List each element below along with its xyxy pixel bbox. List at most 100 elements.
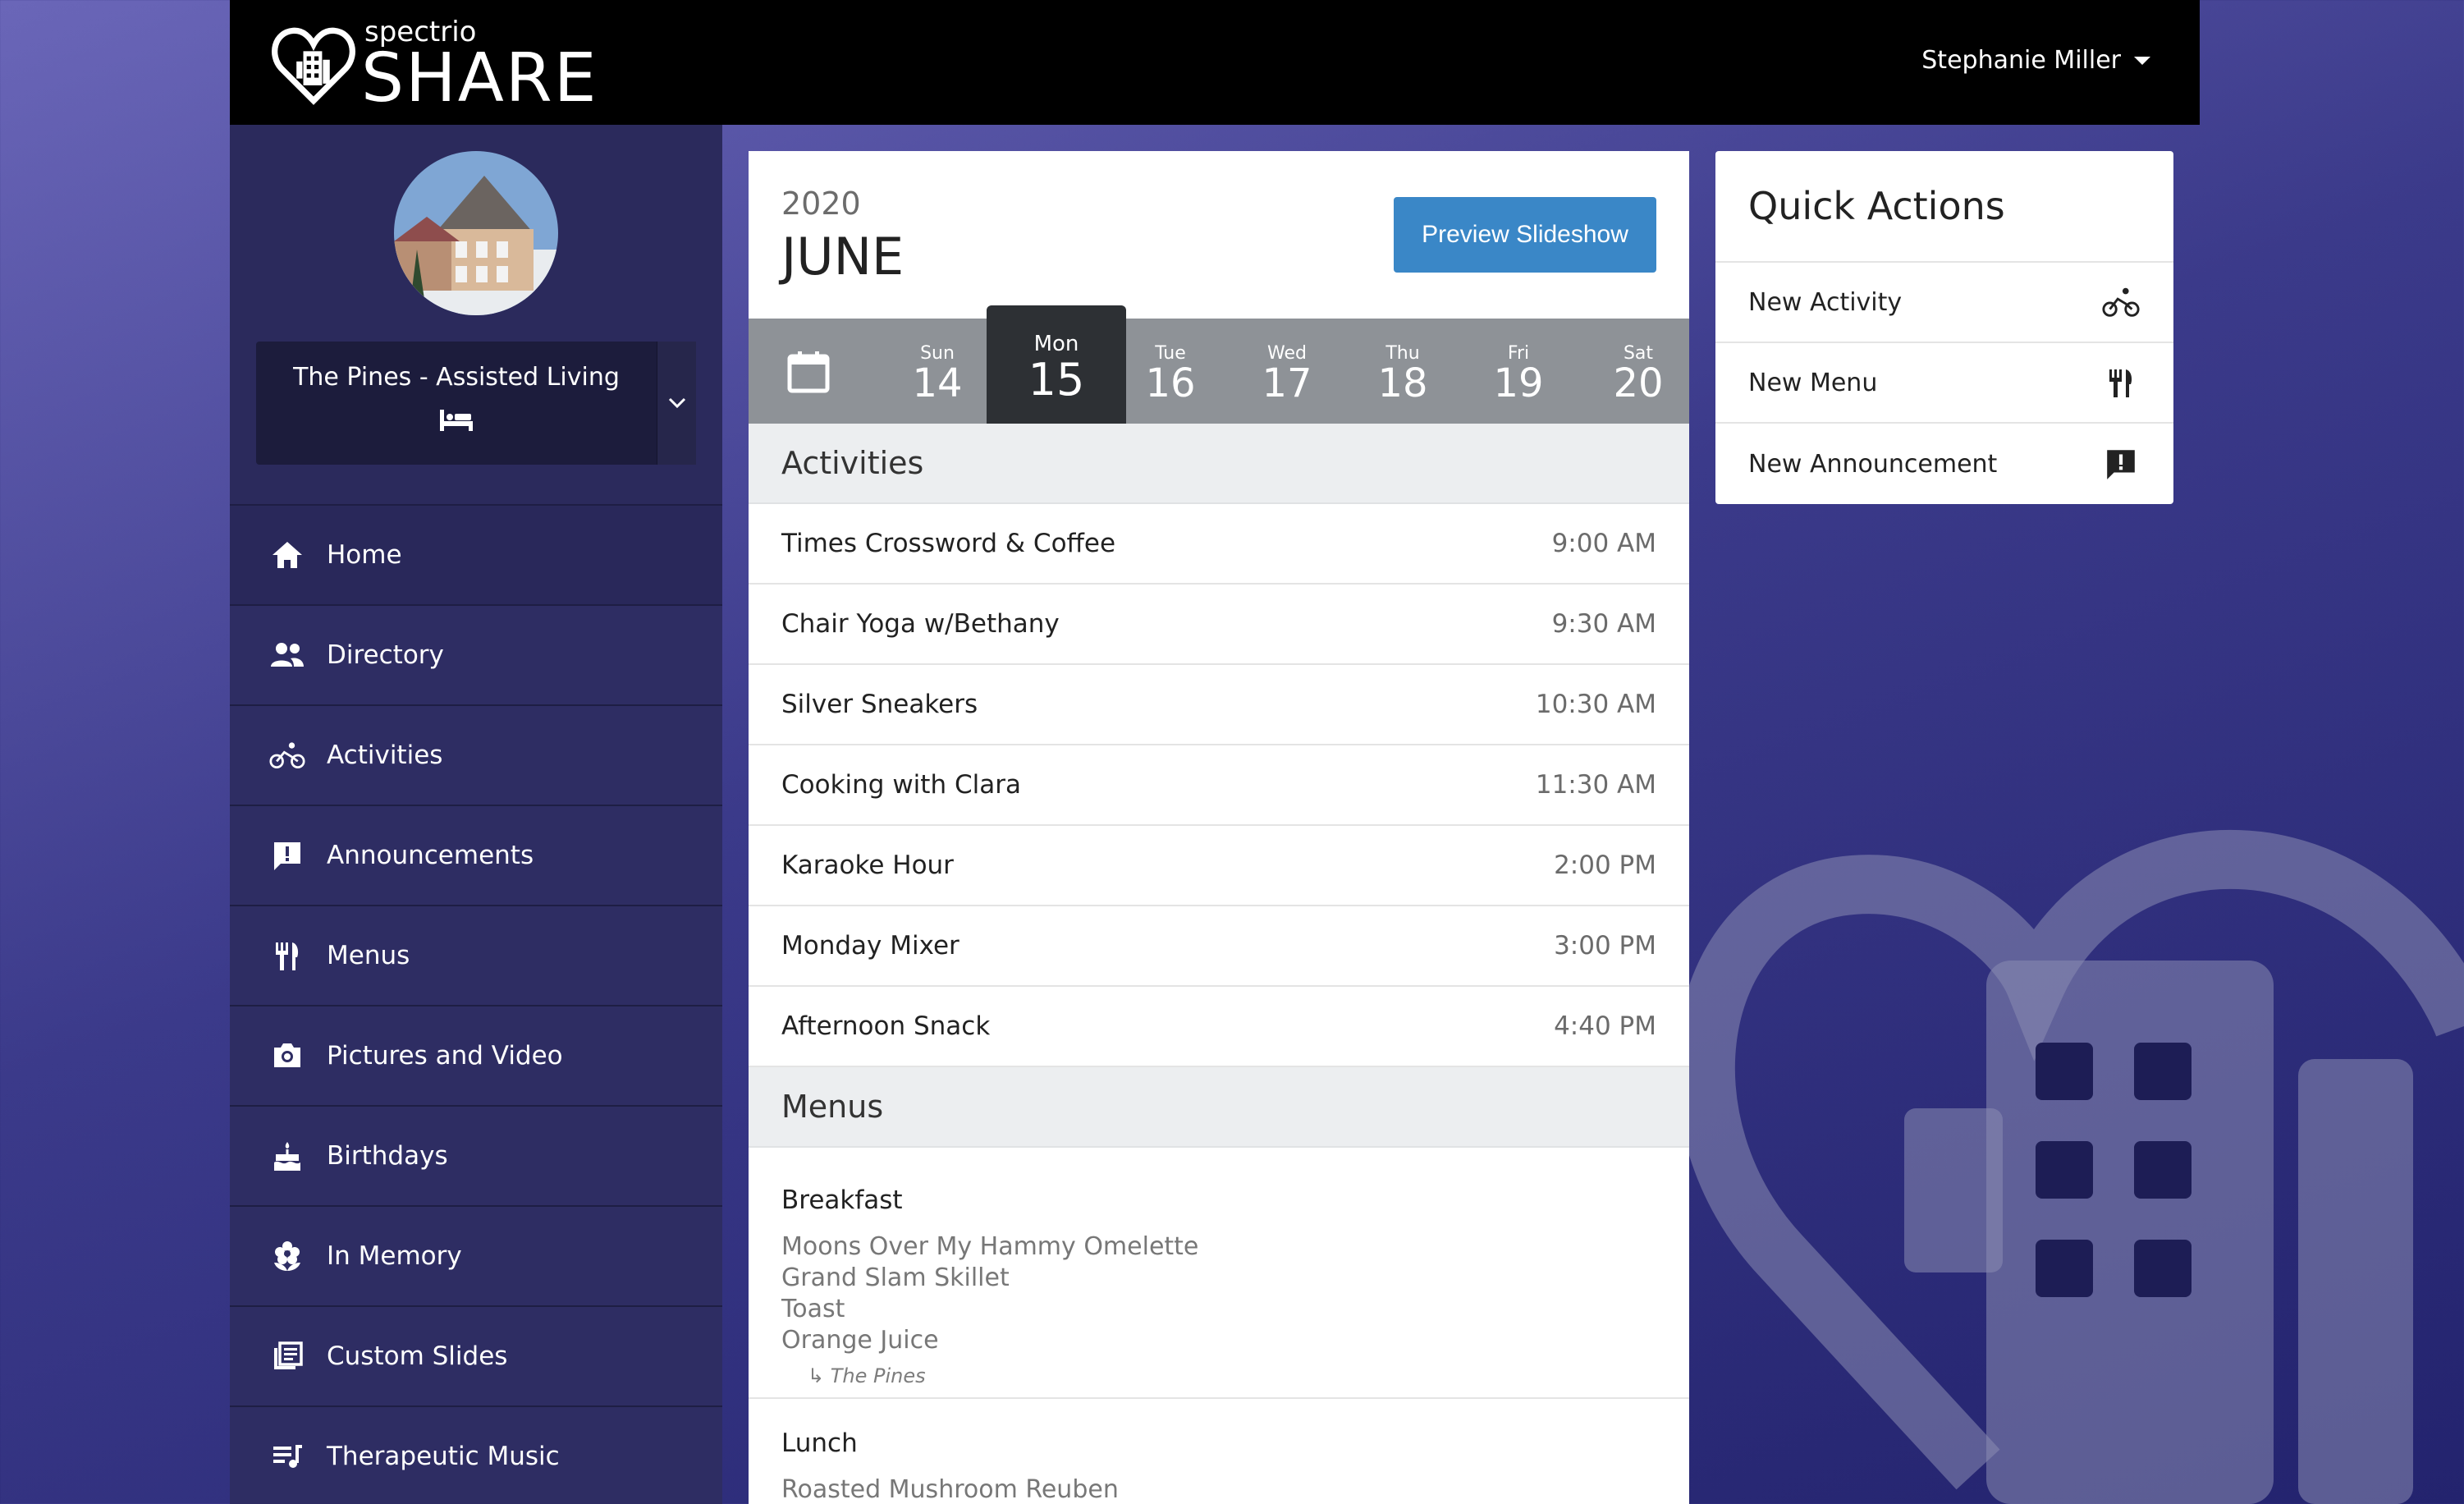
activity-name: Cooking with Clara [781, 770, 1021, 800]
day-tab-wed[interactable]: Wed 17 [1230, 319, 1344, 424]
activity-name: Karaoke Hour [781, 851, 954, 880]
sidebar-item-custom-slides[interactable]: Custom Slides [230, 1305, 722, 1405]
sidebar-nav: Home Directory Activities Announcements [230, 504, 722, 1504]
day-tab-thu[interactable]: Thu 18 [1345, 319, 1460, 424]
quick-actions-panel: Quick Actions New Activity New Menu New … [1715, 151, 2173, 504]
activity-time: 9:30 AM [1551, 609, 1656, 639]
community-selector[interactable]: The Pines - Assisted Living [256, 342, 696, 465]
music-icon [269, 1438, 305, 1474]
activity-row[interactable]: Silver Sneakers 10:30 AM [749, 665, 1689, 745]
day-number: 18 [1377, 360, 1428, 406]
sidebar-item-birthdays[interactable]: Birthdays [230, 1105, 722, 1205]
quick-actions-title: Quick Actions [1715, 151, 2173, 263]
day-tab-sat[interactable]: Sat 20 [1581, 319, 1689, 424]
activity-row[interactable]: Afternoon Snack 4:40 PM [749, 987, 1689, 1067]
activity-time: 4:40 PM [1554, 1011, 1656, 1041]
chevron-down-icon [668, 397, 685, 409]
people-icon [269, 637, 305, 673]
activity-row[interactable]: Monday Mixer 3:00 PM [749, 906, 1689, 987]
announcement-icon [2101, 444, 2141, 484]
day-tab-tue[interactable]: Tue 16 [1113, 319, 1228, 424]
day-tab-fri[interactable]: Fri 19 [1461, 319, 1576, 424]
menu-source: ↳ The Pines [808, 1364, 926, 1387]
activity-time: 10:30 AM [1535, 690, 1656, 719]
day-name: Mon [1033, 332, 1079, 356]
day-number: 20 [1613, 360, 1664, 406]
action-label: New Activity [1748, 287, 1903, 317]
day-tab-sun[interactable]: Sun 14 [880, 319, 995, 424]
activity-row[interactable]: Times Crossword & Coffee 9:00 AM [749, 504, 1689, 585]
sidebar-item-label: In Memory [327, 1241, 462, 1271]
sidebar-item-menus[interactable]: Menus [230, 905, 722, 1005]
bed-icon [440, 410, 473, 431]
app-shell: spectrio SHARE Stephanie Miller The Pine… [230, 0, 2200, 1504]
new-menu-action[interactable]: New Menu [1715, 343, 2173, 424]
slides-icon [269, 1338, 305, 1374]
cake-icon [269, 1138, 305, 1174]
activity-name: Chair Yoga w/Bethany [781, 609, 1060, 639]
bike-icon [269, 737, 305, 773]
menu-dish: Grand Slam Skillet [781, 1263, 1010, 1292]
utensils-icon [269, 938, 305, 974]
sidebar: The Pines - Assisted Living Home Directo… [230, 125, 722, 1504]
activity-name: Monday Mixer [781, 931, 959, 961]
menu-dish: Orange Juice [781, 1326, 939, 1355]
preview-slideshow-button[interactable]: Preview Slideshow [1394, 197, 1656, 273]
community-avatar [394, 151, 558, 315]
meal-name: Breakfast [781, 1185, 903, 1215]
brand-logo[interactable]: spectrio SHARE [269, 18, 598, 112]
sidebar-item-label: Custom Slides [327, 1341, 508, 1371]
sidebar-item-in-memory[interactable]: In Memory [230, 1205, 722, 1305]
activity-name: Silver Sneakers [781, 690, 978, 719]
calendar-card: 2020 JUNE Preview Slideshow Sun 14 Mon 1… [749, 151, 1689, 1504]
sidebar-item-announcements[interactable]: Announcements [230, 805, 722, 905]
calendar-month: JUNE [781, 227, 905, 287]
sidebar-item-label: Menus [327, 941, 410, 970]
activity-row[interactable]: Chair Yoga w/Bethany 9:30 AM [749, 585, 1689, 665]
bike-icon [2101, 282, 2141, 322]
sidebar-item-label: Home [327, 540, 402, 570]
menu-dish: Moons Over My Hammy Omelette [781, 1232, 1199, 1261]
activity-time: 2:00 PM [1554, 851, 1656, 880]
new-announcement-action[interactable]: New Announcement [1715, 424, 2173, 504]
action-label: New Announcement [1748, 449, 1998, 479]
menu-lunch[interactable]: Lunch Roasted Mushroom Reuben [749, 1399, 1689, 1504]
activity-row[interactable]: Karaoke Hour 2:00 PM [749, 826, 1689, 906]
new-activity-action[interactable]: New Activity [1715, 263, 2173, 343]
day-tab-mon[interactable]: Mon 15 [987, 305, 1126, 430]
heart-building-logo-icon [272, 27, 355, 105]
user-menu-dropdown[interactable]: Stephanie Miller [1921, 46, 2150, 75]
home-icon [269, 537, 305, 573]
sidebar-item-label: Directory [327, 640, 444, 670]
user-name: Stephanie Miller [1921, 46, 2121, 75]
community-photo-image [394, 151, 558, 315]
day-number: 14 [912, 360, 963, 406]
sidebar-item-pictures-video[interactable]: Pictures and Video [230, 1005, 722, 1105]
week-strip: Sun 14 Mon 15 Tue 16 Wed 17 Thu 18 Fri 1… [749, 305, 1689, 430]
brand-name-big: SHARE [361, 39, 598, 117]
sidebar-item-activities[interactable]: Activities [230, 704, 722, 805]
menu-dish: Toast [781, 1295, 845, 1323]
sidebar-item-therapeutic-music[interactable]: Therapeutic Music [230, 1405, 722, 1504]
sidebar-item-home[interactable]: Home [230, 504, 722, 604]
activity-row[interactable]: Cooking with Clara 11:30 AM [749, 745, 1689, 826]
menus-heading: Menus [749, 1067, 1689, 1148]
action-label: New Menu [1748, 368, 1878, 397]
community-dropdown-toggle[interactable] [657, 342, 696, 465]
sidebar-item-label: Activities [327, 741, 443, 770]
camera-icon [269, 1038, 305, 1074]
utensils-icon [2101, 363, 2141, 402]
activity-name: Afternoon Snack [781, 1011, 991, 1041]
calendar-year: 2020 [781, 186, 861, 222]
activity-time: 9:00 AM [1551, 529, 1656, 558]
calendar-icon[interactable] [786, 350, 831, 394]
caret-down-icon [2134, 56, 2150, 65]
activity-time: 11:30 AM [1535, 770, 1656, 800]
sidebar-item-directory[interactable]: Directory [230, 604, 722, 704]
sidebar-item-label: Pictures and Video [327, 1041, 563, 1071]
day-number: 16 [1145, 360, 1196, 406]
activities-heading: Activities [749, 424, 1689, 504]
menu-breakfast[interactable]: Breakfast Moons Over My Hammy Omelette G… [749, 1148, 1689, 1399]
sidebar-item-label: Announcements [327, 841, 534, 870]
community-name: The Pines - Assisted Living [293, 363, 620, 392]
